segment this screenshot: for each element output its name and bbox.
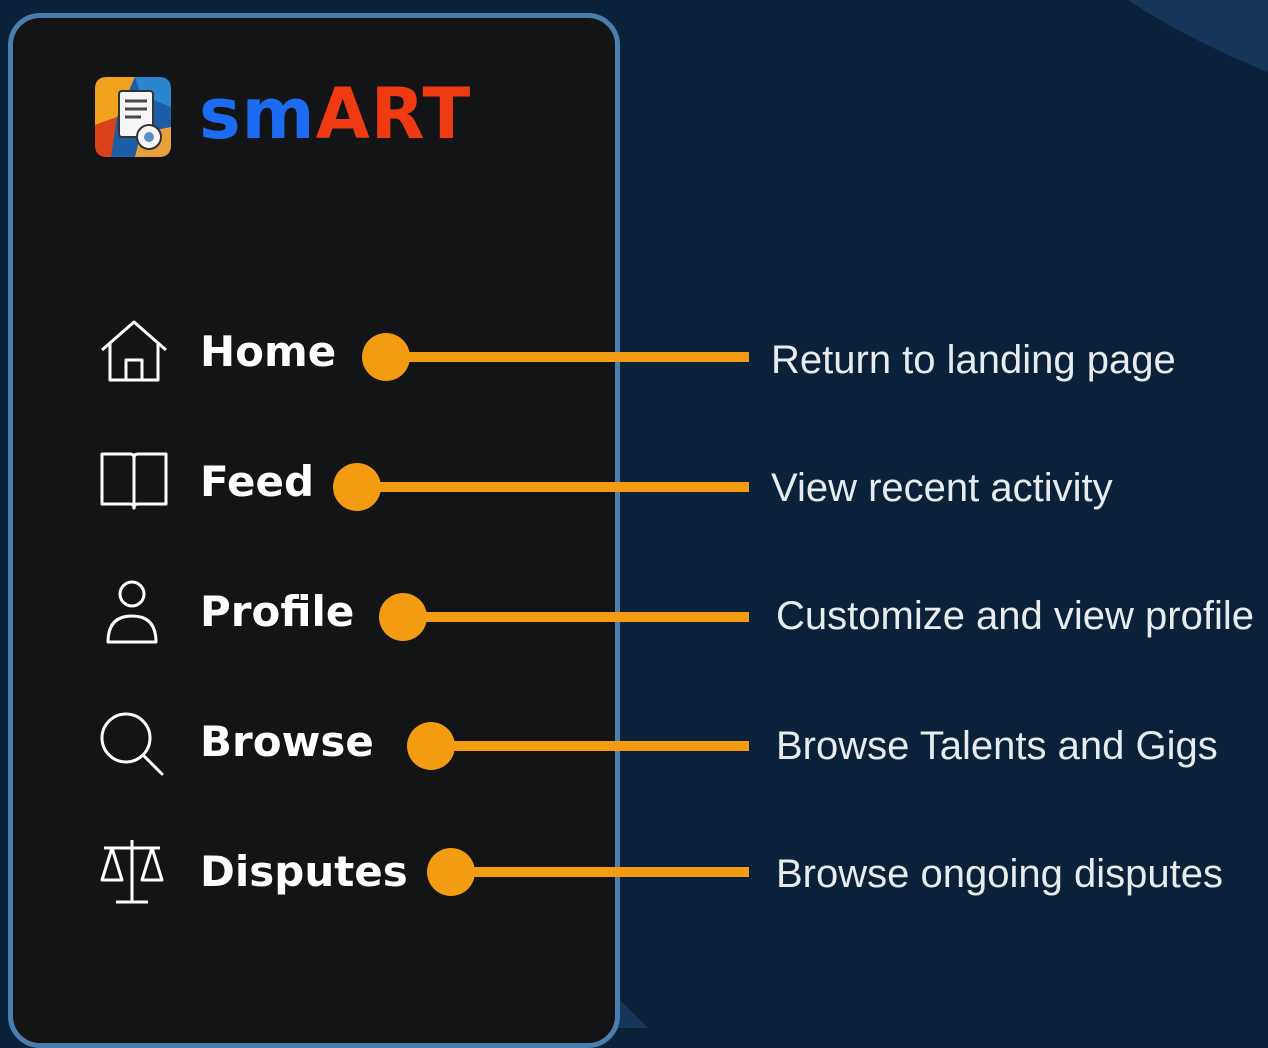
connector-line-disputes — [451, 867, 749, 877]
connector-line-browse — [431, 741, 749, 751]
connector-dot-home — [362, 333, 410, 381]
sidebar-item-profile[interactable]: Profile — [98, 576, 354, 648]
connector-line-home — [386, 352, 749, 362]
user-icon — [98, 576, 170, 648]
connector-dot-browse — [407, 722, 455, 770]
callout-feed: View recent activity — [771, 466, 1113, 510]
sidebar-item-label: Browse — [200, 717, 374, 766]
book-icon — [98, 446, 170, 518]
sidebar-item-label: Feed — [200, 457, 315, 506]
sidebar-item-disputes[interactable]: Disputes — [98, 836, 408, 908]
sidebar-item-label: Home — [200, 327, 337, 376]
sidebar-item-feed[interactable]: Feed — [98, 446, 314, 518]
callout-home: Return to landing page — [771, 338, 1176, 382]
callout-browse: Browse Talents and Gigs — [776, 724, 1218, 768]
connector-dot-feed — [333, 463, 381, 511]
brand-name[interactable]: smART — [199, 72, 471, 156]
connector-dot-profile — [379, 593, 427, 641]
callout-profile: Customize and view profile — [776, 594, 1254, 638]
certificate-logo-icon[interactable] — [95, 77, 171, 157]
search-icon — [98, 706, 170, 778]
brand-part-art: ART — [315, 73, 472, 155]
sidebar-item-label: Disputes — [200, 847, 408, 896]
sidebar-item-browse[interactable]: Browse — [98, 706, 374, 778]
sidebar-item-home[interactable]: Home — [98, 316, 336, 388]
connector-line-profile — [403, 612, 749, 622]
brand-part-sm: sm — [199, 73, 316, 155]
sidebar-item-label: Profile — [200, 587, 355, 636]
callout-disputes: Browse ongoing disputes — [776, 852, 1223, 896]
home-icon — [98, 316, 170, 388]
connector-line-feed — [357, 482, 749, 492]
connector-dot-disputes — [427, 848, 475, 896]
scales-icon — [98, 836, 170, 908]
background-wave-top-right — [1128, 0, 1268, 72]
